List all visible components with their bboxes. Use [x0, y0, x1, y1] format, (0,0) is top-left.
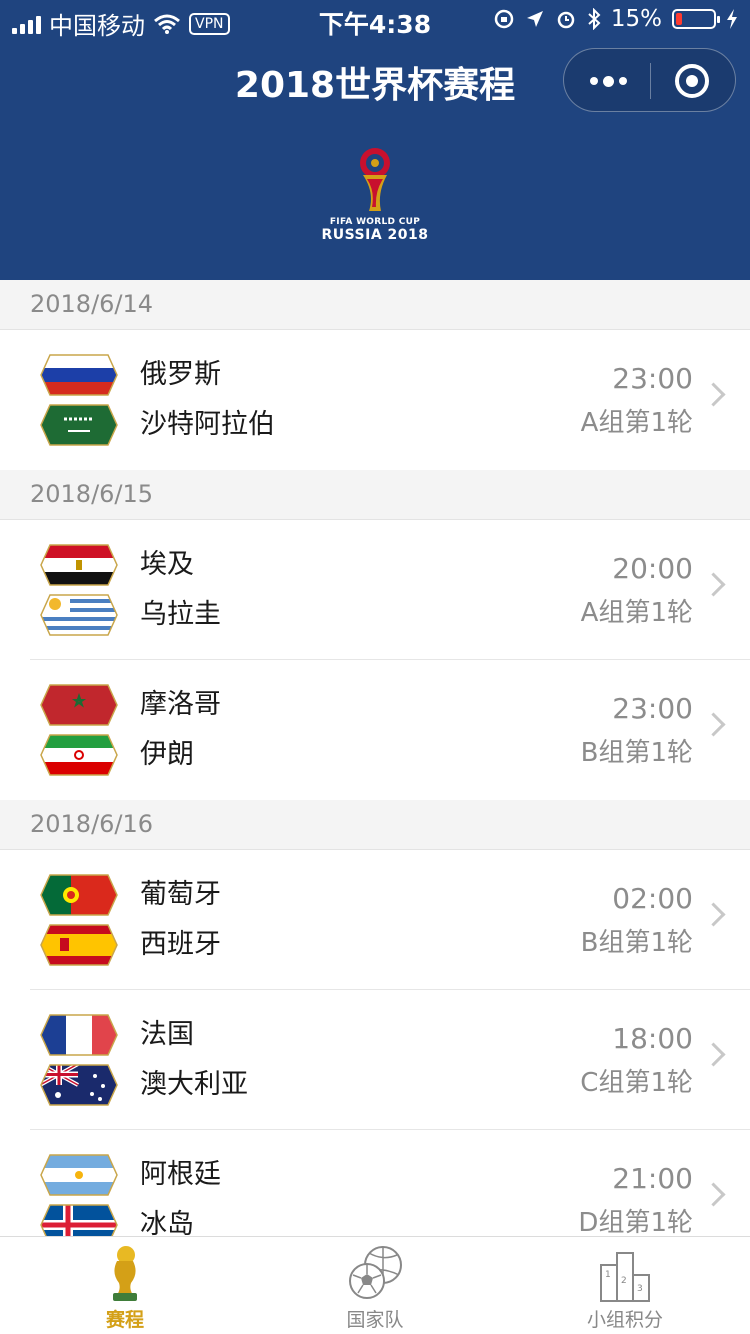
- match-row[interactable]: 法国 澳大利亚 18:00 C组第1轮: [0, 990, 750, 1130]
- team-away: 西班牙: [40, 924, 221, 966]
- match-group: A组第1轮: [580, 598, 693, 628]
- status-bar: 中国移动 VPN 下午4:38 15%: [0, 0, 750, 40]
- bluetooth-icon: [588, 8, 601, 30]
- team-name: 摩洛哥: [140, 689, 221, 720]
- logo-line-2: RUSSIA 2018: [321, 227, 429, 243]
- match-time: 21:00: [612, 1162, 693, 1195]
- match-time: 18:00: [612, 1022, 693, 1055]
- chevron-right-icon: [701, 382, 726, 407]
- date-header: 2018/6/14: [0, 280, 750, 330]
- egypt-flag-icon: [40, 544, 118, 586]
- spain-flag-icon: [40, 924, 118, 966]
- match-row[interactable]: 摩洛哥 伊朗 23:00 B组第1轮: [0, 660, 750, 800]
- tab-bar: 赛程 国家队 1 2 3 小组积分: [0, 1236, 750, 1334]
- svg-text:2: 2: [621, 1276, 627, 1286]
- team-home: 法国: [40, 1014, 194, 1056]
- schedule-list[interactable]: 2018/6/14 俄罗斯 沙特阿拉伯 23:00 A组第1轮 2018/6/1…: [0, 280, 750, 1236]
- team-name: 葡萄牙: [140, 879, 221, 910]
- argentina-flag-icon: [40, 1154, 118, 1196]
- trophy-icon: [113, 1246, 137, 1301]
- miniprogram-capsule: [563, 48, 736, 112]
- battery-percent: 15%: [610, 6, 662, 32]
- tab-label: 国家队: [346, 1309, 404, 1331]
- team-name: 阿根廷: [140, 1159, 221, 1190]
- team-name: 埃及: [140, 549, 194, 580]
- portugal-flag-icon: [40, 874, 118, 916]
- match-row[interactable]: 阿根廷 冰岛 21:00 D组第1轮: [0, 1130, 750, 1236]
- iceland-flag-icon: [40, 1204, 118, 1236]
- tab-schedule[interactable]: 赛程: [45, 1243, 205, 1332]
- team-home: 埃及: [40, 544, 194, 586]
- match-group: A组第1轮: [580, 408, 693, 438]
- team-away: 乌拉圭: [40, 594, 221, 636]
- world-cup-logo: FIFA WORLD CUP RUSSIA 2018: [320, 145, 430, 255]
- svg-text:1: 1: [605, 1270, 611, 1280]
- more-menu-icon[interactable]: [586, 69, 630, 93]
- chevron-right-icon: [701, 902, 726, 927]
- chevron-right-icon: [701, 1042, 726, 1067]
- team-home: 俄罗斯: [40, 354, 221, 396]
- team-name: 冰岛: [140, 1209, 194, 1236]
- match-group: C组第1轮: [580, 1068, 693, 1098]
- team-away: 澳大利亚: [40, 1064, 248, 1106]
- saudi-arabia-flag-icon: [40, 404, 118, 446]
- australia-flag-icon: [40, 1064, 118, 1106]
- app-header: 中国移动 VPN 下午4:38 15% 2018世界杯赛程 FIFA WORLD…: [0, 0, 750, 280]
- match-time: 23:00: [612, 692, 693, 725]
- france-flag-icon: [40, 1014, 118, 1056]
- tab-teams[interactable]: 国家队: [295, 1243, 455, 1332]
- chevron-right-icon: [701, 1182, 726, 1207]
- close-miniprogram-icon[interactable]: [675, 64, 709, 98]
- chevron-right-icon: [701, 572, 726, 597]
- rotation-lock-icon: [494, 9, 514, 29]
- match-time: 20:00: [612, 552, 693, 585]
- match-time: 02:00: [612, 882, 693, 915]
- match-row[interactable]: 埃及 乌拉圭 20:00 A组第1轮: [0, 520, 750, 660]
- match-row[interactable]: 俄罗斯 沙特阿拉伯 23:00 A组第1轮: [0, 330, 750, 470]
- team-name: 俄罗斯: [140, 359, 221, 390]
- world-cup-emblem-icon: [360, 148, 390, 211]
- date-header: 2018/6/15: [0, 470, 750, 520]
- team-name: 西班牙: [140, 929, 221, 960]
- football-icon: [349, 1246, 402, 1299]
- charging-icon: [727, 9, 737, 29]
- svg-text:3: 3: [637, 1284, 643, 1294]
- team-home: 葡萄牙: [40, 874, 221, 916]
- match-group: B组第1轮: [580, 738, 693, 768]
- morocco-flag-icon: [40, 684, 118, 726]
- team-away: 冰岛: [40, 1204, 194, 1236]
- team-away: 伊朗: [40, 734, 194, 776]
- alarm-icon: [557, 11, 575, 29]
- match-group: B组第1轮: [580, 928, 693, 958]
- team-home: 阿根廷: [40, 1154, 221, 1196]
- match-time: 23:00: [612, 362, 693, 395]
- podium-icon: 1 2 3: [600, 1252, 650, 1302]
- chevron-right-icon: [701, 712, 726, 737]
- status-right: 15%: [493, 6, 738, 32]
- team-name: 沙特阿拉伯: [140, 409, 275, 440]
- tab-label: 小组积分: [586, 1309, 663, 1331]
- uruguay-flag-icon: [40, 594, 118, 636]
- team-name: 法国: [140, 1019, 194, 1050]
- date-header: 2018/6/16: [0, 800, 750, 850]
- iran-flag-icon: [40, 734, 118, 776]
- match-row[interactable]: 葡萄牙 西班牙 02:00 B组第1轮: [0, 850, 750, 990]
- match-group: D组第1轮: [578, 1208, 693, 1236]
- location-icon: [526, 11, 543, 27]
- capsule-divider: [650, 63, 651, 99]
- tab-group-standings[interactable]: 1 2 3 小组积分: [545, 1243, 705, 1332]
- tab-label: 赛程: [105, 1309, 144, 1331]
- logo-line-1: FIFA WORLD CUP: [329, 217, 421, 227]
- team-name: 乌拉圭: [140, 599, 221, 630]
- russia-flag-icon: [40, 354, 118, 396]
- team-home: 摩洛哥: [40, 684, 221, 726]
- battery-icon: [672, 9, 720, 29]
- team-name: 伊朗: [140, 739, 194, 770]
- team-name: 澳大利亚: [140, 1069, 248, 1100]
- team-away: 沙特阿拉伯: [40, 404, 275, 446]
